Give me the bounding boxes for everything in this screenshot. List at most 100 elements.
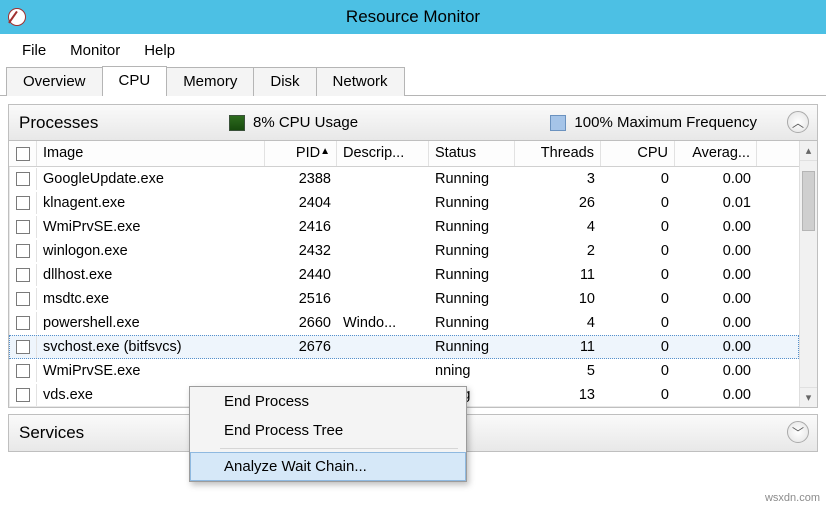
max-freq-label: 100% Maximum Frequency	[574, 114, 757, 131]
cell-image: winlogon.exe	[37, 241, 265, 261]
scroll-down-icon[interactable]: ▾	[800, 387, 817, 407]
tab-network[interactable]: Network	[316, 67, 405, 96]
expand-button[interactable]: ﹀	[787, 421, 809, 443]
cell-image: msdtc.exe	[37, 289, 265, 309]
tab-overview[interactable]: Overview	[6, 67, 103, 96]
cell-threads: 26	[515, 193, 601, 213]
cell-status: Running	[429, 313, 515, 333]
col-header-average[interactable]: Averag...	[675, 141, 757, 166]
grid-body: GoogleUpdate.exe2388Running300.00klnagen…	[9, 167, 799, 407]
row-checkbox[interactable]	[9, 360, 37, 382]
sort-asc-icon: ▲	[320, 146, 330, 157]
table-row[interactable]: klnagent.exe2404Running2600.01	[9, 191, 799, 215]
tab-cpu[interactable]: CPU	[102, 66, 168, 96]
watermark: wsxdn.com	[765, 492, 820, 504]
scroll-thumb[interactable]	[802, 171, 815, 231]
cell-image: WmiPrvSE.exe	[37, 217, 265, 237]
checkbox-icon	[16, 220, 30, 234]
scroll-up-icon[interactable]: ▴	[800, 141, 817, 161]
cell-image: WmiPrvSE.exe	[37, 361, 265, 381]
row-checkbox[interactable]	[9, 288, 37, 310]
cell-avg: 0.00	[675, 241, 757, 261]
cell-desc	[337, 201, 429, 205]
col-header-cpu[interactable]: CPU	[601, 141, 675, 166]
col-header-pid[interactable]: PID▲	[265, 141, 337, 166]
cell-desc: Windo...	[337, 313, 429, 333]
cell-cpu: 0	[601, 337, 675, 357]
menu-end-process-tree[interactable]: End Process Tree	[190, 416, 466, 445]
grid-header: Image PID▲ Descrip... Status Threads CPU…	[9, 141, 799, 167]
menu-file[interactable]: File	[10, 38, 58, 63]
cell-desc	[337, 177, 429, 181]
cell-avg: 0.00	[675, 385, 757, 405]
cell-desc	[337, 273, 429, 277]
col-header-image[interactable]: Image	[37, 141, 265, 166]
cell-threads: 5	[515, 361, 601, 381]
row-checkbox[interactable]	[9, 312, 37, 334]
table-row[interactable]: GoogleUpdate.exe2388Running300.00	[9, 167, 799, 191]
table-row[interactable]: WmiPrvSE.exe2416Running400.00	[9, 215, 799, 239]
checkbox-icon	[16, 244, 30, 258]
checkbox-icon	[16, 364, 30, 378]
vertical-scrollbar[interactable]: ▴ ▾	[799, 141, 817, 407]
cell-status: Running	[429, 265, 515, 285]
cell-avg: 0.00	[675, 337, 757, 357]
cell-desc	[337, 297, 429, 301]
cell-threads: 4	[515, 313, 601, 333]
cpu-usage-label: 8% CPU Usage	[253, 114, 358, 131]
cell-status: nning	[429, 361, 515, 381]
cell-pid: 2516	[265, 289, 337, 309]
window-title: Resource Monitor	[346, 7, 480, 27]
row-checkbox[interactable]	[9, 168, 37, 190]
menu-monitor[interactable]: Monitor	[58, 38, 132, 63]
checkbox-icon	[16, 316, 30, 330]
cell-status: Running	[429, 169, 515, 189]
row-checkbox[interactable]	[9, 240, 37, 262]
table-row[interactable]: WmiPrvSE.exenning500.00	[9, 359, 799, 383]
max-freq-stat: 100% Maximum Frequency	[550, 114, 757, 131]
cell-status: Running	[429, 337, 515, 357]
collapse-button[interactable]: ︿	[787, 111, 809, 133]
cell-threads: 11	[515, 265, 601, 285]
tab-disk[interactable]: Disk	[253, 67, 316, 96]
row-checkbox[interactable]	[9, 216, 37, 238]
checkbox-icon	[16, 388, 30, 402]
cell-threads: 2	[515, 241, 601, 261]
row-checkbox[interactable]	[9, 336, 37, 358]
title-bar: Resource Monitor	[0, 0, 826, 34]
app-icon	[8, 8, 26, 26]
checkbox-icon	[16, 268, 30, 282]
cell-cpu: 0	[601, 217, 675, 237]
tab-memory[interactable]: Memory	[166, 67, 254, 96]
row-checkbox[interactable]	[9, 384, 37, 406]
header-checkbox-cell[interactable]	[9, 141, 37, 166]
col-header-threads[interactable]: Threads	[515, 141, 601, 166]
cell-avg: 0.01	[675, 193, 757, 213]
processes-panel-header[interactable]: Processes 8% CPU Usage 100% Maximum Freq…	[9, 105, 817, 141]
col-header-status[interactable]: Status	[429, 141, 515, 166]
cell-desc	[337, 345, 429, 349]
cell-image: powershell.exe	[37, 313, 265, 333]
table-row[interactable]: dllhost.exe2440Running1100.00	[9, 263, 799, 287]
cell-avg: 0.00	[675, 217, 757, 237]
row-checkbox[interactable]	[9, 192, 37, 214]
max-freq-swatch-icon	[550, 115, 566, 131]
cpu-usage-swatch-icon	[229, 115, 245, 131]
menu-end-process[interactable]: End Process	[190, 387, 466, 416]
table-row[interactable]: msdtc.exe2516Running1000.00	[9, 287, 799, 311]
checkbox-icon	[16, 147, 30, 161]
table-row[interactable]: winlogon.exe2432Running200.00	[9, 239, 799, 263]
menu-help[interactable]: Help	[132, 38, 187, 63]
cell-status: Running	[429, 241, 515, 261]
row-checkbox[interactable]	[9, 264, 37, 286]
table-row[interactable]: svchost.exe (bitfsvcs)2676Running1100.00	[9, 335, 799, 359]
checkbox-icon	[16, 292, 30, 306]
cell-status: Running	[429, 289, 515, 309]
cell-cpu: 0	[601, 265, 675, 285]
cell-image: dllhost.exe	[37, 265, 265, 285]
table-row[interactable]: powershell.exe2660Windo...Running400.00	[9, 311, 799, 335]
col-header-description[interactable]: Descrip...	[337, 141, 429, 166]
cell-status: Running	[429, 193, 515, 213]
cell-avg: 0.00	[675, 313, 757, 333]
menu-analyze-wait-chain[interactable]: Analyze Wait Chain...	[190, 452, 466, 481]
